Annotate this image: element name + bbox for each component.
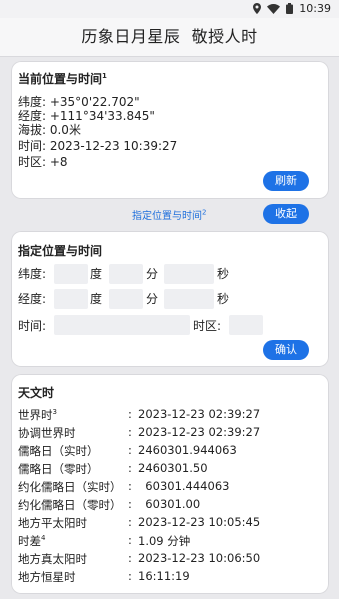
specify-card-title: 指定位置与时间: [18, 244, 103, 258]
timezone-text: 时区: +8: [18, 155, 68, 169]
latitude-minute-input[interactable]: [109, 264, 143, 284]
current-location-card: 当前位置与时间1 纬度: +35°0'22.702" 经度: +111°34'3…: [11, 61, 329, 199]
collapse-button[interactable]: 收起: [263, 204, 309, 224]
battery-icon: [286, 3, 294, 14]
second-unit: 秒: [217, 292, 230, 306]
refresh-button[interactable]: 刷新: [263, 171, 309, 191]
confirm-button[interactable]: 确认: [263, 340, 309, 360]
time-input[interactable]: [54, 315, 190, 335]
wifi-icon: [267, 3, 281, 14]
timezone-label: 时区:: [193, 319, 222, 333]
current-card-title: 当前位置与时间1: [18, 72, 107, 86]
astro-row: 儒略日（实时）:2460301.944063: [18, 443, 237, 458]
status-bar: 10:39: [0, 0, 339, 18]
longitude-degree-input[interactable]: [54, 289, 88, 309]
astro-row: 地方恒星时:16:11:19: [18, 569, 190, 584]
latitude-label: 纬度:: [18, 267, 47, 281]
astro-card-title: 天文时: [18, 386, 55, 400]
time-label: 时间:: [18, 319, 47, 333]
minute-unit: 分: [146, 267, 159, 281]
degree-unit: 度: [90, 292, 103, 306]
astro-row: 约化儒略日（实时）: 60301.444063: [18, 479, 230, 494]
specify-location-card: 指定位置与时间 纬度: 度 分 秒 经度: 度 分 秒 时间: 时区: 确认: [11, 231, 329, 367]
timezone-input[interactable]: [229, 315, 263, 335]
degree-unit: 度: [90, 267, 103, 281]
astro-row: 地方真太阳时:2023-12-23 10:06:50: [18, 551, 261, 566]
altitude-text: 海拔: 0.0米: [18, 123, 81, 137]
longitude-minute-input[interactable]: [109, 289, 143, 309]
status-time: 10:39: [299, 2, 331, 15]
longitude-label: 经度:: [18, 292, 47, 306]
time-text: 时间: 2023-12-23 10:39:27: [18, 139, 178, 153]
astro-row: 约化儒略日（零时）: 60301.00: [18, 497, 201, 512]
specify-location-link[interactable]: 指定位置与时间2: [132, 207, 206, 222]
astro-row: 时差4:1.09 分钟: [18, 533, 191, 548]
second-unit: 秒: [217, 267, 230, 281]
astro-row: 世界时3:2023-12-23 02:39:27: [18, 407, 261, 422]
astronomical-time-card: 天文时 世界时3:2023-12-23 02:39:27 协调世界时:2023-…: [11, 374, 329, 594]
location-icon: [253, 3, 262, 14]
longitude-second-input[interactable]: [164, 289, 214, 309]
astro-row: 协调世界时:2023-12-23 02:39:27: [18, 425, 261, 440]
minute-unit: 分: [146, 292, 159, 306]
app-title: 历象日月星辰 敬授人时: [81, 27, 258, 46]
latitude-second-input[interactable]: [164, 264, 214, 284]
astro-row: 儒略日（零时）:2460301.50: [18, 461, 208, 476]
app-header: 历象日月星辰 敬授人时: [0, 18, 339, 57]
latitude-degree-input[interactable]: [54, 264, 88, 284]
astro-row: 地方平太阳时:2023-12-23 10:05:45: [18, 515, 261, 530]
